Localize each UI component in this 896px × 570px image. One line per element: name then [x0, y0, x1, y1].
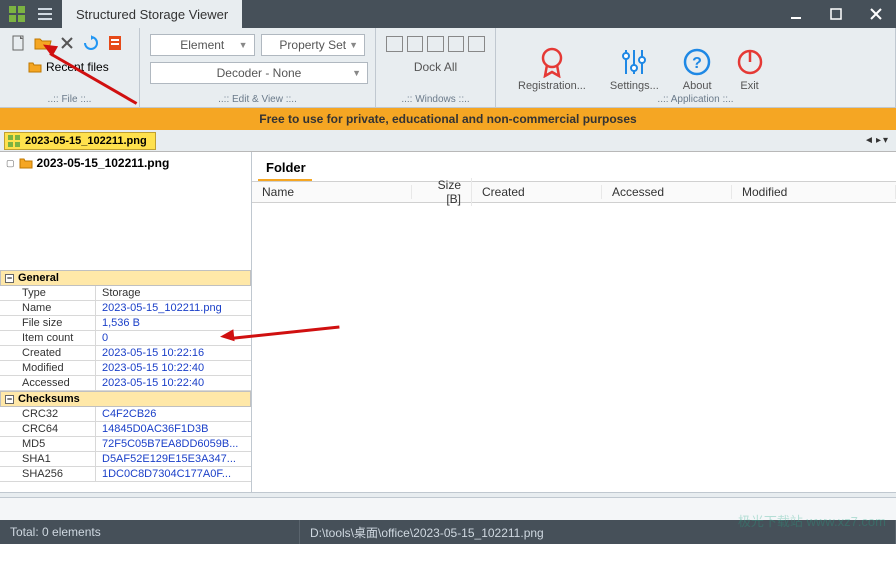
close-button[interactable]: [856, 0, 896, 28]
refresh-icon[interactable]: [82, 34, 100, 52]
file-tab[interactable]: 2023-05-15_102211.png: [4, 132, 156, 150]
tab-prev-icon[interactable]: ◄: [864, 135, 874, 146]
power-icon: [736, 46, 764, 78]
prop-value: 2023-05-15 10:22:40: [96, 361, 251, 375]
file-tree[interactable]: ▢ 2023-05-15_102211.png: [0, 152, 251, 270]
prop-value: 1,536 B: [96, 316, 251, 330]
col-accessed[interactable]: Accessed: [602, 185, 732, 199]
ribbon-award-icon: [538, 46, 566, 78]
section-checksums[interactable]: −Checksums: [0, 391, 251, 407]
prop-key: Created: [0, 346, 96, 360]
ribbon-toolbar: Recent files ..:: File ::.. Element▼ Pro…: [0, 28, 896, 108]
status-path: D:\tools\桌面\office\2023-05-15_102211.png: [300, 520, 896, 544]
prop-row: Item count0: [0, 331, 251, 346]
dock-layout-2-icon[interactable]: [407, 36, 424, 52]
prop-key: CRC32: [0, 407, 96, 421]
prop-key: Name: [0, 301, 96, 315]
prop-value: 1DC0C8D7304C177A0F...: [96, 467, 251, 481]
new-file-icon[interactable]: [10, 34, 28, 52]
collapse-icon[interactable]: ▢: [6, 158, 15, 169]
tree-root-item[interactable]: ▢ 2023-05-15_102211.png: [6, 156, 245, 170]
prop-row: TypeStorage: [0, 286, 251, 301]
prop-row: File size1,536 B: [0, 316, 251, 331]
element-dropdown[interactable]: Element▼: [150, 34, 255, 56]
prop-key: Accessed: [0, 376, 96, 390]
prop-key: SHA1: [0, 452, 96, 466]
prop-key: Item count: [0, 331, 96, 345]
prop-row: SHA1D5AF52E129E15E3A347...: [0, 452, 251, 467]
group-label-app: ..:: Application ::..: [496, 94, 895, 105]
prop-key: File size: [0, 316, 96, 330]
prop-value: 2023-05-15 10:22:40: [96, 376, 251, 390]
right-pane: Folder Name Size [B] Created Accessed Mo…: [252, 152, 896, 492]
prop-key: Modified: [0, 361, 96, 375]
propertyset-dropdown[interactable]: Property Set▼: [261, 34, 366, 56]
status-bar: Total: 0 elements D:\tools\桌面\office\202…: [0, 520, 896, 544]
prop-value: 2023-05-15 10:22:16: [96, 346, 251, 360]
left-pane: ▢ 2023-05-15_102211.png −General TypeSto…: [0, 152, 252, 492]
trial-banner: Free to use for private, educational and…: [0, 108, 896, 130]
panel-title: Folder: [258, 156, 312, 181]
tab-next-icon[interactable]: ▸: [876, 135, 881, 146]
prop-key: Type: [0, 286, 96, 300]
office-icon[interactable]: [106, 34, 124, 52]
sliders-icon: [620, 46, 648, 78]
maximize-button[interactable]: [816, 0, 856, 28]
prop-key: CRC64: [0, 422, 96, 436]
prop-row: Name2023-05-15_102211.png: [0, 301, 251, 316]
dock-layout-1-icon[interactable]: [386, 36, 403, 52]
group-label-file: ..:: File ::..: [0, 94, 139, 105]
tree-root-label: 2023-05-15_102211.png: [37, 156, 170, 170]
properties-panel: −General TypeStorageName2023-05-15_10221…: [0, 270, 251, 492]
prop-row: Modified2023-05-15 10:22:40: [0, 361, 251, 376]
dock-all-button[interactable]: Dock All: [386, 60, 485, 74]
minimize-button[interactable]: [776, 0, 816, 28]
annotation-arrowhead-2: [219, 329, 234, 342]
prop-value: C4F2CB26: [96, 407, 251, 421]
prop-row: CRC6414845D0AC36F1D3B: [0, 422, 251, 437]
prop-value: Storage: [96, 286, 251, 300]
main-area: ▢ 2023-05-15_102211.png −General TypeSto…: [0, 152, 896, 492]
col-modified[interactable]: Modified: [732, 185, 896, 199]
section-general[interactable]: −General: [0, 270, 251, 286]
group-label-windows: ..:: Windows ::..: [376, 94, 495, 105]
folder-icon: [28, 61, 42, 73]
prop-value: 72F5C05B7EA8DD6059B...: [96, 437, 251, 451]
folder-icon: [19, 157, 33, 169]
prop-value: 2023-05-15_102211.png: [96, 301, 251, 315]
prop-row: Created2023-05-15 10:22:16: [0, 346, 251, 361]
titlebar: Structured Storage Viewer: [0, 0, 896, 28]
close-file-icon[interactable]: [58, 34, 76, 52]
bottom-pane: [0, 498, 896, 520]
dock-layout-5-icon[interactable]: [468, 36, 485, 52]
file-tab-label: 2023-05-15_102211.png: [25, 135, 147, 147]
prop-value: D5AF52E129E15E3A347...: [96, 452, 251, 466]
prop-value: 14845D0AC36F1D3B: [96, 422, 251, 436]
tab-menu-icon[interactable]: ▾: [883, 135, 888, 146]
decoder-dropdown[interactable]: Decoder - None▼: [150, 62, 368, 84]
dock-layout-4-icon[interactable]: [448, 36, 465, 52]
prop-row: SHA2561DC0C8D7304C177A0F...: [0, 467, 251, 482]
prop-row: MD572F5C05B7EA8DD6059B...: [0, 437, 251, 452]
prop-key: MD5: [0, 437, 96, 451]
group-label-edit: ..:: Edit & View ::..: [140, 94, 375, 105]
window-title: Structured Storage Viewer: [62, 0, 242, 28]
col-created[interactable]: Created: [472, 185, 602, 199]
help-icon: ?: [683, 46, 711, 78]
folder-contents-empty: [252, 203, 896, 492]
puzzle-icon: [7, 134, 21, 148]
col-size[interactable]: Size [B]: [412, 178, 472, 206]
prop-key: SHA256: [0, 467, 96, 481]
file-tab-strip: 2023-05-15_102211.png ◄ ▸ ▾: [0, 130, 896, 152]
col-name[interactable]: Name: [252, 185, 412, 199]
column-headers: Name Size [B] Created Accessed Modified: [252, 181, 896, 203]
prop-row: Accessed2023-05-15 10:22:40: [0, 376, 251, 391]
svg-text:?: ?: [692, 55, 702, 72]
prop-row: CRC32C4F2CB26: [0, 407, 251, 422]
status-total: Total: 0 elements: [0, 520, 300, 544]
dock-layout-3-icon[interactable]: [427, 36, 444, 52]
app-logo-icon: [4, 4, 30, 24]
hamburger-icon[interactable]: [34, 8, 56, 20]
